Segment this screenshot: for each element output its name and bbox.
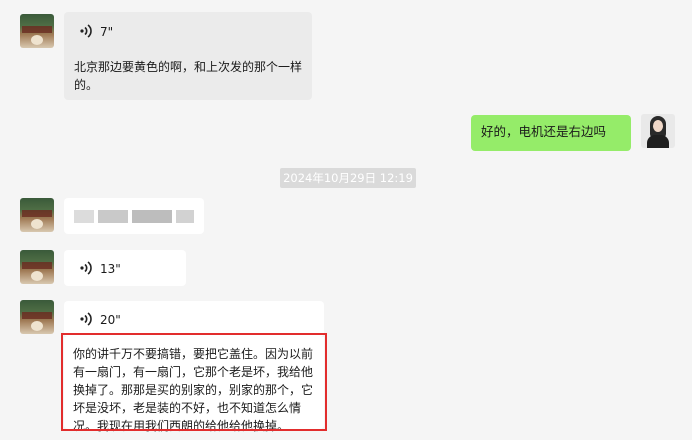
contact-avatar[interactable] [20, 14, 54, 48]
voice-duration: 13" [100, 262, 121, 276]
timestamp-divider: 2024年10月29日 12:19 [280, 168, 416, 188]
voice-transcript: 北京那边要黄色的啊，和上次发的那个一样的。 [74, 60, 303, 92]
contact-avatar[interactable] [20, 300, 54, 334]
redacted-block [98, 210, 128, 223]
voice-message-bubble[interactable]: 7" 北京那边要黄色的啊，和上次发的那个一样的。 [64, 12, 312, 100]
highlight-box [61, 333, 327, 431]
contact-avatar[interactable] [20, 250, 54, 284]
redacted-block [176, 210, 194, 223]
message-text: 好的，电机还是右边吗 [481, 124, 607, 139]
redacted-block [74, 210, 94, 223]
voice-duration: 20" [100, 313, 121, 327]
voice-message-bubble[interactable]: 13" [64, 250, 186, 286]
redacted-message-bubble[interactable] [64, 198, 204, 234]
voice-wave-icon [80, 312, 92, 326]
voice-duration: 7" [100, 25, 114, 39]
voice-message-bubble[interactable]: 20" [64, 301, 324, 337]
contact-avatar[interactable] [20, 198, 54, 232]
self-avatar[interactable] [641, 114, 675, 148]
voice-wave-icon [80, 24, 92, 38]
outgoing-message-bubble[interactable]: 好的，电机还是右边吗 [471, 115, 631, 151]
voice-wave-icon [80, 261, 92, 275]
redacted-block [132, 210, 172, 223]
